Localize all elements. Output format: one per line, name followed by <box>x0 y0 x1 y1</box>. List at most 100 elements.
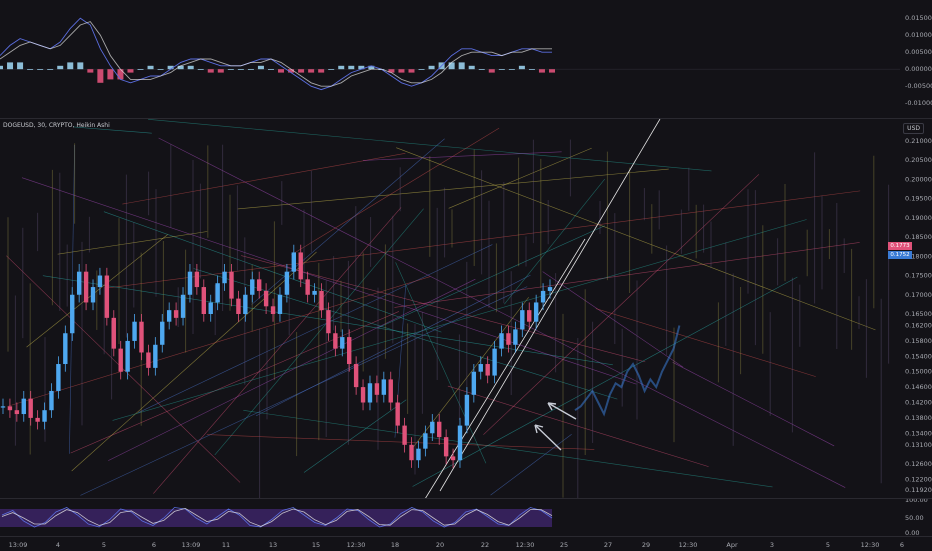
time-axis-tick: 6 <box>152 541 156 549</box>
candle-body <box>49 390 54 411</box>
candle-body <box>160 321 165 345</box>
time-axis-svg: 13:09 4 5 6 13:09 11 13 15 12:30 18 20 22 12:30 25 27 2… <box>9 541 904 549</box>
macd-histogram-bar <box>448 62 455 70</box>
candle-body <box>208 302 213 314</box>
price-axis-tick: 0.16200 <box>905 322 932 330</box>
candle-body <box>360 387 366 403</box>
price-axis-tick: 0.20500 <box>905 156 932 164</box>
annotation-arrow <box>534 424 562 451</box>
candle-body <box>63 333 68 365</box>
stochastic-axis-tick: 50.00 <box>905 514 924 522</box>
candle-body <box>416 448 421 461</box>
candle-body <box>97 275 103 288</box>
macd-histogram-bar <box>47 69 54 70</box>
candle-body <box>139 321 144 353</box>
candle-body <box>298 252 303 280</box>
price-axis-tick: 0.19500 <box>905 195 932 203</box>
macd-histogram-bar <box>37 69 44 70</box>
candle-body <box>464 394 470 426</box>
candle-body <box>263 290 269 307</box>
macd-histogram-bar <box>217 69 224 73</box>
candle-body <box>347 337 352 365</box>
time-axis-tick: 13 <box>269 541 277 549</box>
macd-histogram-bar <box>348 65 355 70</box>
trend-line <box>206 434 595 450</box>
price-axis-tick: 0.14600 <box>905 383 932 391</box>
candle-body <box>153 344 158 368</box>
price-axis-tick: 0.13400 <box>905 429 932 437</box>
macd-histogram-bar <box>458 62 465 70</box>
time-axis[interactable]: 13:09 4 5 6 13:09 11 13 15 12:30 18 20 22 12:30 25 27 2… <box>0 536 932 551</box>
macd-line <box>0 17 552 91</box>
candle-body <box>423 433 428 449</box>
macd-histogram-bar <box>67 62 74 70</box>
macd-histogram-bar <box>498 69 505 70</box>
macd-histogram-bar <box>197 69 204 70</box>
time-axis-tick: 4 <box>56 541 60 549</box>
trend-line <box>291 127 500 256</box>
macd-histogram-bar <box>27 69 34 70</box>
macd-histogram-bar <box>468 65 475 70</box>
price-axis-tick: 0.12600 <box>905 460 932 468</box>
candle-body <box>437 421 442 438</box>
candle-body <box>76 271 82 295</box>
macd-histogram-bar <box>508 69 515 70</box>
candle-body <box>132 321 137 341</box>
candle-body <box>236 298 241 314</box>
candle-body <box>367 383 373 403</box>
candle-body <box>70 294 75 334</box>
candle-body <box>409 444 414 461</box>
candle-body <box>533 302 539 322</box>
macd-axis-tick: 0.01500 <box>905 14 932 22</box>
currency-selector[interactable]: USD <box>903 123 924 134</box>
candle-body <box>478 364 483 372</box>
time-axis-tick: 6 <box>900 541 904 549</box>
candle-body <box>450 456 456 461</box>
price-pane: 0.21000 0.20500 0.20000 0.19500 0.19000 0.185… <box>0 118 932 499</box>
candle-body <box>492 348 497 376</box>
time-axis-tick: 12:30 <box>679 541 698 549</box>
candle-body <box>7 406 13 411</box>
trend-line <box>363 151 562 161</box>
candle-body <box>540 290 546 303</box>
macd-histogram-bar <box>87 69 94 73</box>
macd-histogram-bar <box>408 69 415 73</box>
candle-body <box>222 271 227 284</box>
secondary-price-tag: 0.1752 <box>888 251 912 259</box>
trend-line-white <box>439 119 661 492</box>
price-axis-tick: 0.15800 <box>905 337 932 345</box>
macd-histogram-bar <box>338 65 345 70</box>
trend-line <box>412 276 798 487</box>
trend-line <box>57 231 208 255</box>
trend-line <box>122 152 406 205</box>
macd-histogram-bar <box>157 69 164 70</box>
time-axis-tick: 13:09 <box>182 541 201 549</box>
candle-body <box>381 379 387 395</box>
candle-body <box>229 271 234 299</box>
macd-axis-tick: 0.00500 <box>905 48 932 56</box>
macd-axis-tick: 0.00000 <box>905 65 932 73</box>
candle-body <box>125 340 130 372</box>
macd-histogram-bar <box>147 65 154 70</box>
candle-body <box>485 364 490 376</box>
macd-histogram-bar <box>488 69 495 73</box>
price-chart[interactable]: 0.21000 0.20500 0.20000 0.19500 0.19000 0.185… <box>0 119 932 499</box>
candle-body <box>333 333 338 349</box>
price-axis-tick: 0.21000 <box>905 137 932 145</box>
time-axis-tick: 25 <box>560 541 568 549</box>
candle-body <box>513 329 518 345</box>
time-axis-tick: 3 <box>770 541 774 549</box>
macd-histogram-bar <box>298 69 305 73</box>
macd-histogram-bar <box>7 62 14 70</box>
symbol-legend[interactable]: DOGEUSD, 30, CRYPTO, Heikin Ashi <box>3 122 110 129</box>
trend-line <box>108 190 861 289</box>
macd-histogram-bar <box>187 65 194 70</box>
candle-body <box>146 352 151 368</box>
macd-chart: 0.01500 0.01000 0.00500 0.00000 -0.00500 -0.0… <box>0 14 932 107</box>
macd-histogram-bar <box>418 69 425 70</box>
price-axis-tick: 0.18500 <box>905 233 932 241</box>
candle-body <box>42 410 47 422</box>
candle-body <box>277 294 283 314</box>
candle-body <box>388 379 393 403</box>
candle-body <box>374 383 380 395</box>
